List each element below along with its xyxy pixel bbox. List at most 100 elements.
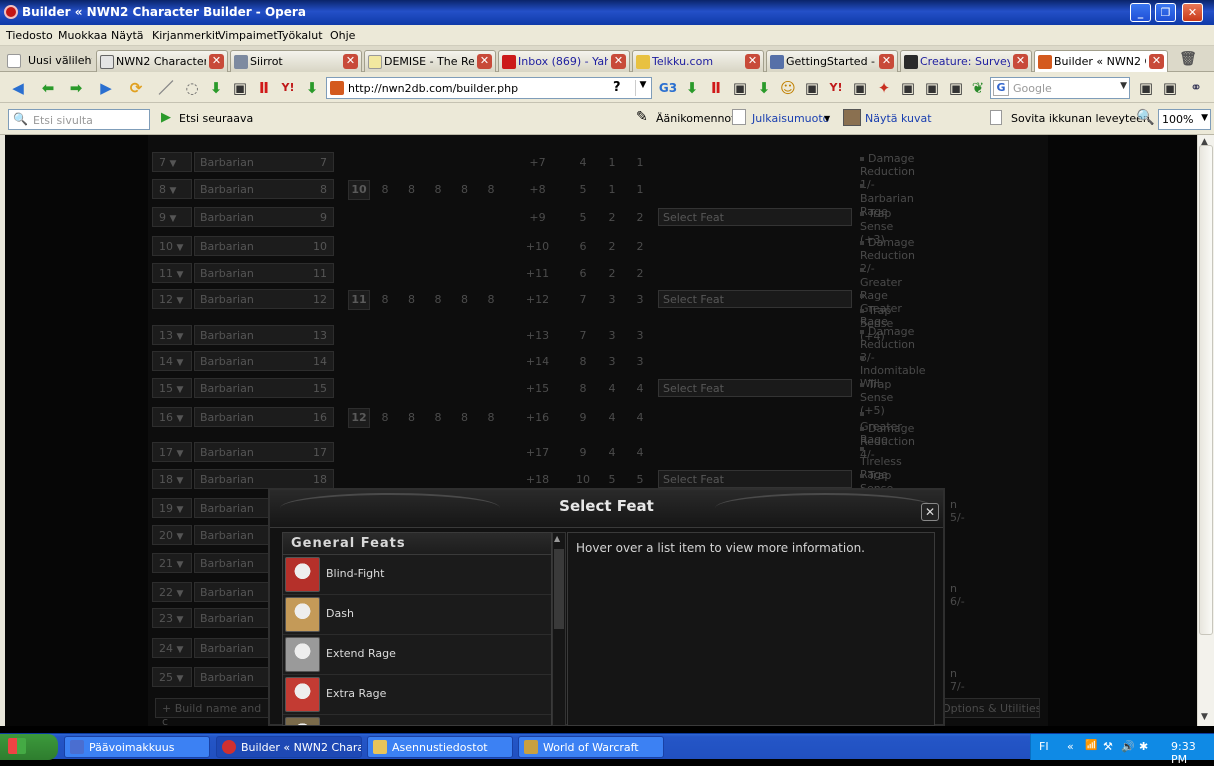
network-icon[interactable]: 📶 bbox=[1085, 740, 1097, 751]
feat-list-item[interactable]: Extend Rage bbox=[283, 635, 551, 675]
menu-help[interactable]: Ohje bbox=[330, 29, 355, 42]
tab-demise[interactable]: DEMISE - The Re... ✕ bbox=[364, 50, 496, 72]
dialog-header[interactable]: Select Feat ✕ bbox=[270, 490, 943, 528]
scroll-down-icon[interactable]: ▼ bbox=[1201, 712, 1208, 722]
yahoo2-icon[interactable]: Y! bbox=[826, 78, 846, 98]
help-icon[interactable]: ? bbox=[613, 80, 621, 95]
level-number[interactable]: 24 ▼ bbox=[152, 638, 192, 658]
leaf-icon[interactable]: ❦ bbox=[968, 78, 988, 98]
menu-bookmarks[interactable]: Kirjanmerkit bbox=[152, 29, 219, 42]
address-field[interactable]: http://nwn2db.com/builder.php ? ▼ bbox=[326, 77, 652, 99]
nwn2-bookmark8-icon[interactable]: ▣ bbox=[1136, 78, 1156, 98]
yahoo-bookmark-icon[interactable]: Y! bbox=[278, 78, 298, 98]
feed-icon[interactable]: ⬇ bbox=[302, 78, 322, 98]
reload-icon[interactable]: ⟳ bbox=[126, 78, 146, 98]
tools-icon[interactable]: ⚒ bbox=[1103, 740, 1113, 753]
level-number[interactable]: 13 ▼ bbox=[152, 325, 192, 345]
url-dropdown-icon[interactable]: ▼ bbox=[635, 80, 650, 96]
minimize-button[interactable]: _ bbox=[1130, 3, 1151, 22]
class-select[interactable]: Barbarian 8 bbox=[194, 179, 334, 199]
class-select[interactable]: Barbarian 17 bbox=[194, 442, 334, 462]
options-button[interactable]: Options & Utilities bbox=[935, 698, 1040, 718]
select-feat-field[interactable]: Select Feat bbox=[658, 470, 852, 488]
tray-expand-icon[interactable]: « bbox=[1067, 740, 1074, 753]
bookmark-icon[interactable]: ⬇ bbox=[206, 78, 226, 98]
nwn2-bookmark4-icon[interactable]: ▣ bbox=[850, 78, 870, 98]
class-select[interactable]: Barbarian 14 bbox=[194, 351, 334, 371]
ability-score[interactable]: 11 bbox=[348, 290, 370, 310]
nwn2-bookmark9-icon[interactable]: ▣ bbox=[1160, 78, 1180, 98]
select-feat-field[interactable]: Select Feat bbox=[658, 208, 852, 226]
level-number[interactable]: 25 ▼ bbox=[152, 667, 192, 687]
level-number[interactable]: 23 ▼ bbox=[152, 608, 192, 628]
level-number[interactable]: 16 ▼ bbox=[152, 407, 192, 427]
class-select[interactable]: Barbarian 18 bbox=[194, 469, 334, 489]
task-opera[interactable]: Builder « NWN2 Chara... bbox=[216, 736, 362, 758]
tab-telkku[interactable]: Telkku.com ✕ bbox=[632, 50, 764, 72]
close-tab-icon[interactable]: ✕ bbox=[1149, 54, 1164, 69]
ability-score[interactable]: 10 bbox=[348, 180, 370, 200]
level-number[interactable]: 20 ▼ bbox=[152, 525, 192, 545]
nwn2-bookmark6-icon[interactable]: ▣ bbox=[922, 78, 942, 98]
menu-view[interactable]: Näytä bbox=[111, 29, 144, 42]
binoculars-icon[interactable]: ⚭ bbox=[1186, 78, 1206, 98]
close-tab-icon[interactable]: ✕ bbox=[209, 54, 224, 69]
level-number[interactable]: 22 ▼ bbox=[152, 582, 192, 602]
find-next-button[interactable]: Etsi seuraava bbox=[179, 112, 253, 125]
close-tab-icon[interactable]: ✕ bbox=[477, 54, 492, 69]
feat-list-scrollbar[interactable]: ▲ bbox=[552, 532, 566, 726]
search-dropdown-icon[interactable]: ▼ bbox=[1120, 81, 1127, 91]
level-number[interactable]: 15 ▼ bbox=[152, 378, 192, 398]
level-number[interactable]: 14 ▼ bbox=[152, 351, 192, 371]
forward-icon[interactable]: ➡ bbox=[66, 78, 86, 98]
tab-creature-survey[interactable]: Creature: Survey... ✕ bbox=[900, 50, 1032, 72]
class-select[interactable]: Barbarian 15 bbox=[194, 378, 334, 398]
tab-getting-started[interactable]: GettingStarted - ... ✕ bbox=[766, 50, 898, 72]
ability-score[interactable]: 12 bbox=[348, 408, 370, 428]
tab-yahoo-inbox[interactable]: Inbox (869) - Yah... ✕ bbox=[498, 50, 630, 72]
close-tab-icon[interactable]: ✕ bbox=[879, 54, 894, 69]
show-images-button[interactable]: Näytä kuvat bbox=[865, 112, 932, 125]
select-feat-field[interactable]: Select Feat bbox=[658, 290, 852, 308]
back-icon[interactable]: ⬅ bbox=[38, 78, 58, 98]
download2-icon[interactable]: ⬇ bbox=[754, 78, 774, 98]
tab-new[interactable]: Uusi välilehti bbox=[4, 50, 92, 72]
fast-forward-icon[interactable]: ▶ bbox=[96, 78, 116, 98]
menu-tools[interactable]: Työkalut bbox=[277, 29, 323, 42]
tab-nwn2-character[interactable]: NWN2 Character ... ✕ bbox=[96, 50, 228, 72]
build-name-input[interactable]: + Build name and c bbox=[155, 698, 275, 726]
menu-edit[interactable]: Muokkaa bbox=[58, 29, 107, 42]
menu-file[interactable]: Tiedosto bbox=[6, 29, 53, 42]
task-wow[interactable]: World of Warcraft bbox=[518, 736, 664, 758]
level-number[interactable]: 21 ▼ bbox=[152, 553, 192, 573]
close-dialog-button[interactable]: ✕ bbox=[921, 503, 939, 521]
fit-width-button[interactable]: Sovita ikkunan leveyteen bbox=[1011, 112, 1150, 125]
window-title-bar[interactable]: Builder « NWN2 Character Builder - Opera… bbox=[0, 0, 1214, 25]
level-number[interactable]: 17 ▼ bbox=[152, 442, 192, 462]
find-input[interactable]: 🔍 Etsi sivulta bbox=[8, 109, 150, 130]
nwn2-bookmark-icon[interactable]: ▣ bbox=[230, 78, 250, 98]
class-select[interactable]: Barbarian 10 bbox=[194, 236, 334, 256]
class-select[interactable]: Barbarian 11 bbox=[194, 263, 334, 283]
feat-list-item[interactable]: Dash bbox=[283, 595, 551, 635]
nwn2-bookmark2-icon[interactable]: ▣ bbox=[730, 78, 750, 98]
maximize-button[interactable]: ❐ bbox=[1155, 3, 1176, 22]
level-number[interactable]: 19 ▼ bbox=[152, 498, 192, 518]
speaker-icon[interactable]: 🔊 bbox=[1121, 740, 1135, 753]
class-select[interactable]: Barbarian 12 bbox=[194, 289, 334, 309]
level-number[interactable]: 8 ▼ bbox=[152, 179, 192, 199]
publish-dropdown-icon[interactable]: ▼ bbox=[824, 114, 830, 123]
g3-icon[interactable]: G3 bbox=[658, 78, 678, 98]
class-select[interactable]: Barbarian 9 bbox=[194, 207, 334, 227]
level-number[interactable]: 11 ▼ bbox=[152, 263, 192, 283]
feat-list-item[interactable] bbox=[283, 715, 551, 725]
level-number[interactable]: 12 ▼ bbox=[152, 289, 192, 309]
scroll-thumb[interactable] bbox=[1199, 145, 1213, 635]
class-select[interactable]: Barbarian 13 bbox=[194, 325, 334, 345]
page-scrollbar[interactable]: ▲ ▼ bbox=[1197, 135, 1214, 726]
class-select[interactable]: Barbarian 16 bbox=[194, 407, 334, 427]
task-volume[interactable]: Päävoimakkuus bbox=[64, 736, 210, 758]
tab-siirrot[interactable]: Siirrot ✕ bbox=[230, 50, 362, 72]
feat-list-item[interactable]: Extra Rage bbox=[283, 675, 551, 715]
publish-mode-button[interactable]: Julkaisumuoto bbox=[752, 112, 829, 125]
